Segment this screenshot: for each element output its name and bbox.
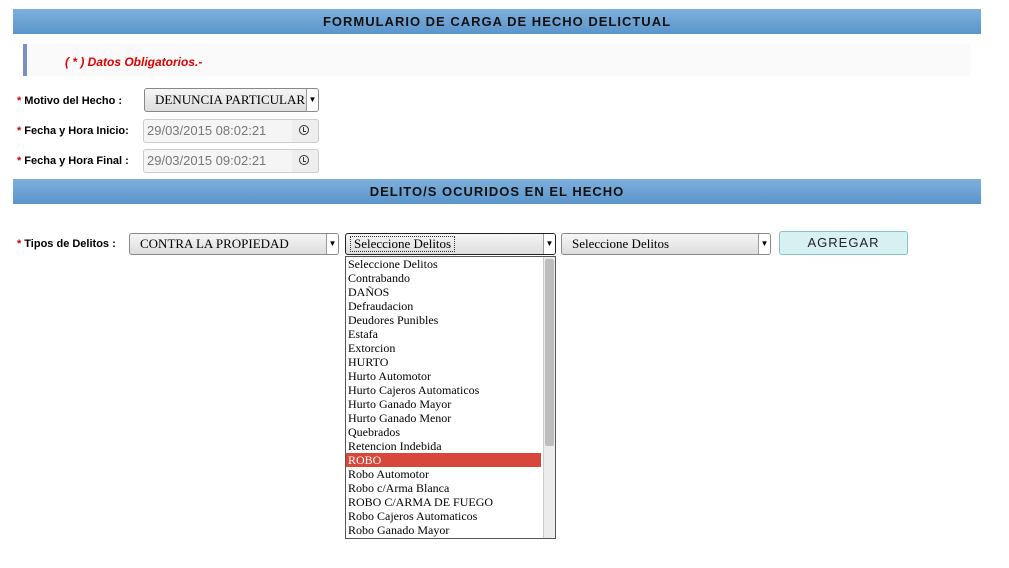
dropdown-option[interactable]: Quebrados bbox=[346, 425, 541, 439]
dropdown-option[interactable]: Robo c/Arma Blanca bbox=[346, 481, 541, 495]
form-title-bar: FORMULARIO DE CARGA DE HECHO DELICTUAL bbox=[13, 9, 981, 34]
dropdown-option[interactable]: Hurto Ganado Menor bbox=[346, 411, 541, 425]
dropdown-option[interactable]: Robo Ganado Mayor bbox=[346, 523, 541, 537]
chevron-down-icon: ▼ bbox=[758, 234, 770, 254]
motivo-select[interactable]: DENUNCIA PARTICULAR ▼ bbox=[144, 88, 319, 112]
delito-dropdown-list[interactable]: Seleccione Delitos Contrabando DAÑOS Defrau… bbox=[345, 256, 556, 539]
tipo-delito-select[interactable]: CONTRA LA PROPIEDAD ▼ bbox=[129, 233, 339, 255]
required-notice-text: ( * ) Datos Obligatorios.- bbox=[65, 55, 203, 69]
delito-select[interactable]: Seleccione Delitos ▼ bbox=[345, 233, 556, 255]
dropdown-option[interactable]: Extorcion bbox=[346, 341, 541, 355]
section-title: DELITO/S OCURIDOS EN EL HECHO bbox=[369, 184, 625, 199]
clock-icon bbox=[299, 125, 309, 135]
fecha-final-input[interactable]: 29/03/2015 09:02:21 bbox=[143, 149, 293, 173]
form-title: FORMULARIO DE CARGA DE HECHO DELICTUAL bbox=[322, 14, 672, 29]
motivo-label: * Motivo del Hecho : bbox=[17, 95, 123, 107]
chevron-down-icon: ▼ bbox=[326, 234, 338, 254]
dropdown-option[interactable]: Defraudacion bbox=[346, 299, 541, 313]
agregar-button[interactable]: AGREGAR bbox=[779, 231, 908, 255]
dropdown-option[interactable]: Contrabando bbox=[346, 271, 541, 285]
dropdown-option[interactable]: Hurto Ganado Mayor bbox=[346, 397, 541, 411]
tipos-delitos-label: * Tipos de Delitos : bbox=[17, 238, 116, 250]
delito-options: Seleccione Delitos Contrabando DAÑOS Defrau… bbox=[346, 257, 555, 537]
section-title-bar: DELITO/S OCURIDOS EN EL HECHO bbox=[13, 179, 981, 204]
dropdown-option[interactable]: Seleccione Delitos bbox=[346, 257, 541, 271]
dropdown-option[interactable]: ROBO C/ARMA DE FUEGO bbox=[346, 495, 541, 509]
dropdown-option[interactable]: Retencion Indebida bbox=[346, 439, 541, 453]
scrollbar-thumb[interactable] bbox=[545, 259, 554, 446]
dropdown-option[interactable]: Hurto Cajeros Automaticos bbox=[346, 383, 541, 397]
fecha-final-label: * Fecha y Hora Final : bbox=[17, 155, 129, 167]
chevron-down-icon: ▼ bbox=[543, 234, 555, 254]
dropdown-option[interactable]: ROBO bbox=[346, 453, 541, 467]
chevron-down-icon: ▼ bbox=[306, 89, 318, 111]
dropdown-option[interactable]: Robo Cajeros Automaticos bbox=[346, 509, 541, 523]
dropdown-option[interactable]: Deudores Punibles bbox=[346, 313, 541, 327]
dropdown-option[interactable]: HURTO bbox=[346, 355, 541, 369]
subdelito-select[interactable]: Seleccione Delitos ▼ bbox=[561, 233, 771, 255]
fecha-inicio-input[interactable]: 29/03/2015 08:02:21 bbox=[143, 119, 293, 143]
dropdown-option[interactable]: Robo Automotor bbox=[346, 467, 541, 481]
fecha-inicio-picker-button[interactable] bbox=[292, 119, 319, 143]
fecha-inicio-label: * Fecha y Hora Inicio: bbox=[17, 125, 129, 137]
dropdown-option[interactable]: DAÑOS bbox=[346, 285, 541, 299]
dropdown-option[interactable]: Hurto Automotor bbox=[346, 369, 541, 383]
fecha-final-picker-button[interactable] bbox=[292, 149, 319, 173]
required-notice: ( * ) Datos Obligatorios.- bbox=[23, 44, 971, 76]
dropdown-scrollbar[interactable] bbox=[543, 257, 555, 538]
dropdown-option[interactable]: Estafa bbox=[346, 327, 541, 341]
clock-icon bbox=[299, 155, 309, 165]
